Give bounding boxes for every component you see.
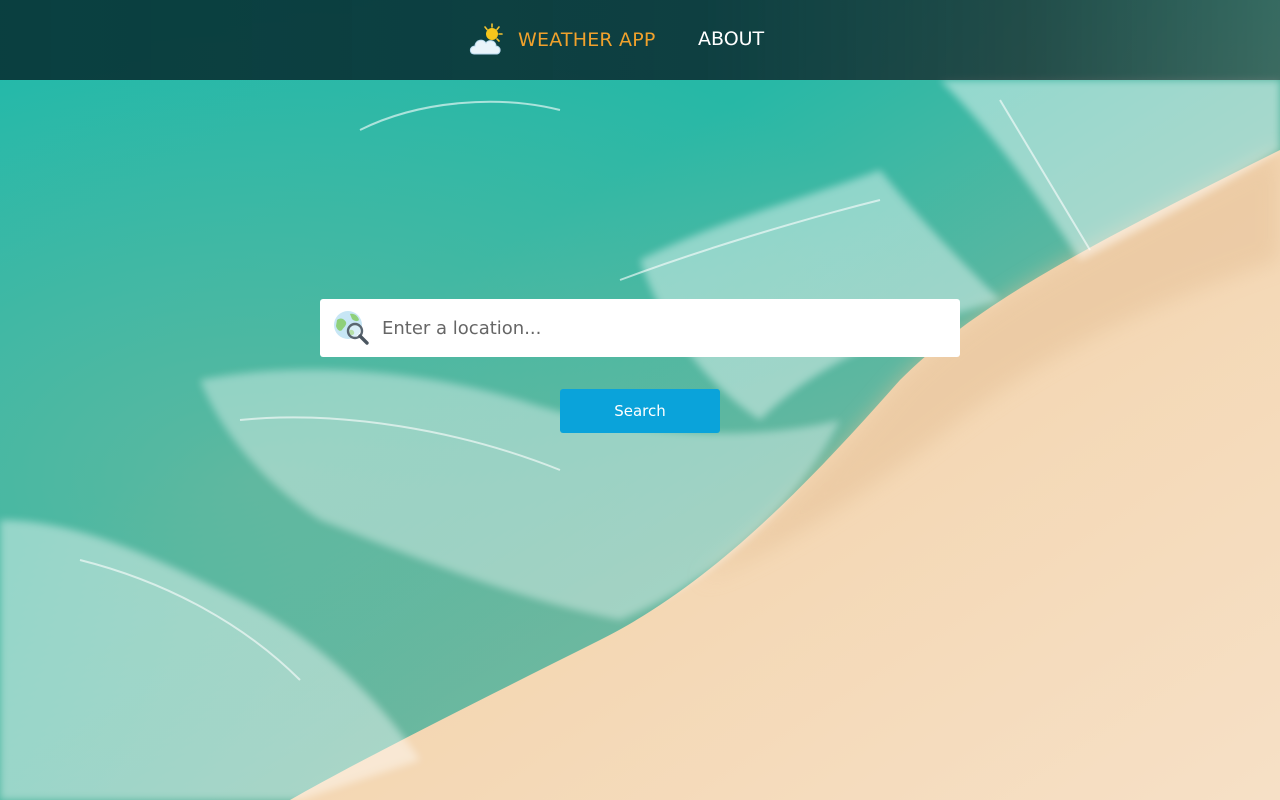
globe-search-icon: [334, 311, 369, 345]
top-navbar: WEATHER APP ABOUT: [0, 0, 1280, 80]
nav-about-link[interactable]: ABOUT: [698, 28, 764, 50]
brand-link[interactable]: WEATHER APP: [468, 22, 656, 58]
app-page: WEATHER APP ABOUT Search: [0, 0, 1280, 800]
sun-cloud-icon: [469, 23, 503, 55]
location-search-box: [320, 299, 960, 357]
location-search-input[interactable]: [382, 299, 942, 357]
brand-label: WEATHER APP: [518, 29, 656, 51]
search-button[interactable]: Search: [560, 389, 720, 433]
